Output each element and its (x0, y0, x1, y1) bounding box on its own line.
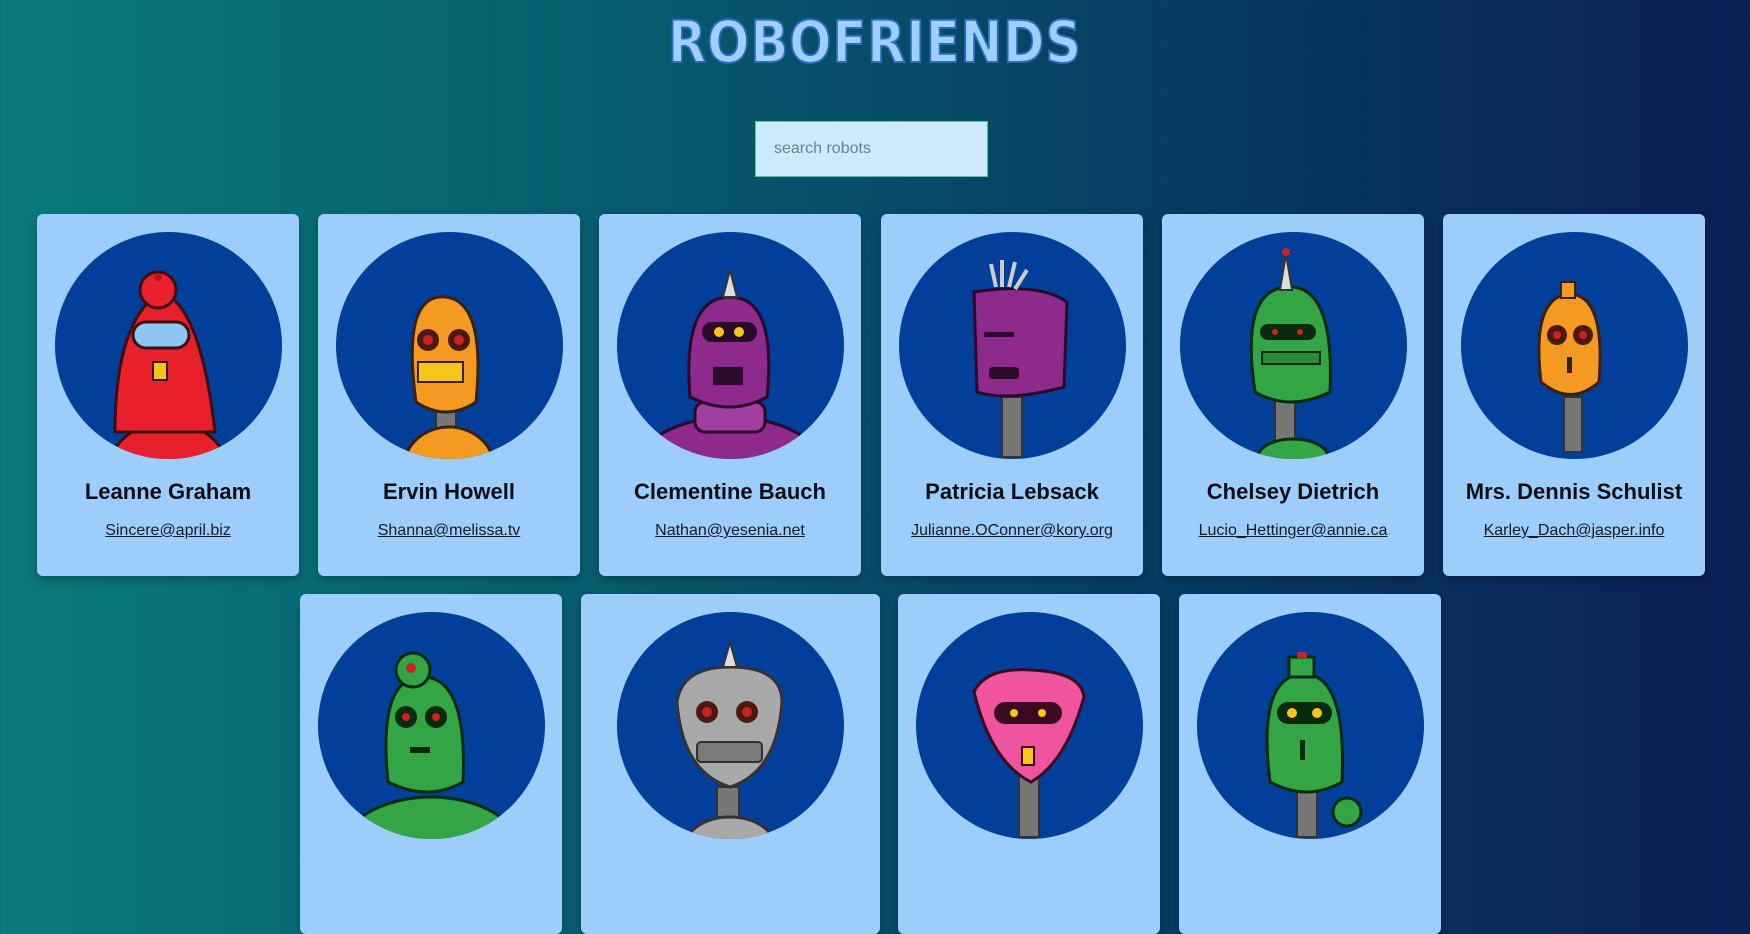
robot-avatar-image (972, 668, 1086, 838)
robot-card[interactable] (898, 594, 1160, 934)
robot-avatar-image (1265, 652, 1363, 838)
robot-card[interactable] (1179, 594, 1441, 934)
robot-avatar (1197, 612, 1424, 839)
robot-avatar (916, 612, 1143, 839)
robot-email[interactable]: Julianne.OConner@kory.org (881, 522, 1143, 540)
robot-email[interactable]: Nathan@yesenia.net (599, 522, 861, 540)
search-input[interactable] (755, 121, 988, 177)
robot-avatar (617, 232, 844, 459)
robot-avatar (318, 612, 545, 839)
page-title-text: ROBOFRIENDS (668, 8, 1082, 72)
robot-name: Mrs. Dennis Schulist (1465, 479, 1683, 504)
robot-name: Clementine Bauch (634, 479, 826, 504)
robot-card[interactable]: Leanne Graham Sincere@april.biz (37, 214, 299, 576)
robot-card[interactable] (581, 594, 880, 934)
robot-avatar-image (1537, 281, 1602, 453)
robot-avatar (55, 232, 282, 459)
robot-avatar-image (636, 266, 824, 459)
robot-card[interactable]: Mrs. Dennis Schulist Karley_Dach@jasper.… (1443, 214, 1705, 576)
robot-email[interactable]: Karley_Dach@jasper.info (1443, 522, 1705, 540)
robot-card[interactable]: Chelsey Dietrich Lucio_Hettinger@annie.c… (1162, 214, 1424, 576)
robot-name: Leanne Graham (84, 479, 252, 504)
robot-avatar-image (972, 260, 1069, 458)
robot-email[interactable]: Sincere@april.biz (37, 522, 299, 540)
robot-avatar-image (341, 651, 521, 839)
robot-email[interactable]: Lucio_Hettinger@annie.ca (1162, 522, 1424, 540)
robot-avatar (899, 232, 1126, 459)
robot-name: Patricia Lebsack (925, 479, 1099, 504)
robot-avatar-image (1249, 248, 1332, 459)
robot-avatar (617, 612, 844, 839)
robot-card[interactable]: Clementine Bauch Nathan@yesenia.net (599, 214, 861, 576)
robot-card[interactable]: Patricia Lebsack Julianne.OConner@kory.o… (881, 214, 1143, 576)
robot-avatar-image (108, 270, 228, 459)
robot-name: Chelsey Dietrich (1206, 479, 1380, 504)
robot-avatar (1461, 232, 1688, 459)
robot-card[interactable] (300, 594, 562, 934)
robot-avatar-image (675, 638, 784, 839)
robot-avatar-image (403, 295, 495, 459)
robot-name: Ervin Howell (382, 479, 516, 504)
page-title: ROBOFRIENDS (0, 6, 1750, 77)
robot-email[interactable]: Shanna@melissa.tv (318, 522, 580, 540)
robot-avatar (1180, 232, 1407, 459)
robot-card[interactable]: Ervin Howell Shanna@melissa.tv (318, 214, 580, 576)
robot-avatar (336, 232, 563, 459)
